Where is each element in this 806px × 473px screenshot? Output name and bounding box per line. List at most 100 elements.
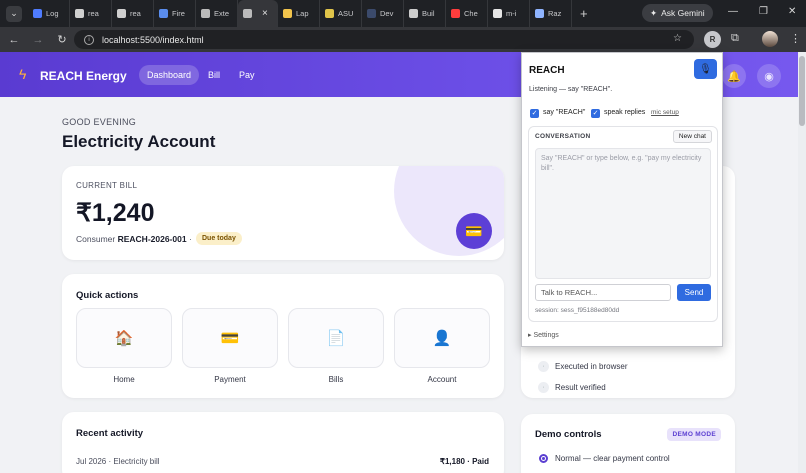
recent-activity-title: Recent activity xyxy=(76,428,144,439)
ask-gemini-button[interactable]: ✦ Ask Gemini xyxy=(642,4,713,22)
browser-tab[interactable]: Fire xyxy=(154,0,196,27)
new-tab-button[interactable]: + xyxy=(580,6,588,21)
quick-action-account[interactable]: 👤 xyxy=(394,308,490,368)
scrollbar-thumb[interactable] xyxy=(799,56,805,126)
step-dot-icon: · xyxy=(538,361,549,372)
bookmark-star-icon[interactable]: ☆ xyxy=(673,33,682,44)
close-window-icon[interactable]: ✕ xyxy=(788,6,796,17)
tab-search-icon[interactable]: ⌄ xyxy=(6,5,22,22)
due-status-badge: Due today xyxy=(196,232,242,245)
activity-row-amount: ₹1,180 · Paid xyxy=(439,457,489,466)
browser-tab[interactable]: rea xyxy=(70,0,112,27)
minimize-icon[interactable]: — xyxy=(728,6,738,17)
profile-avatar[interactable] xyxy=(762,31,778,47)
tab-title: Exte xyxy=(214,9,230,18)
conversation-label: CONVERSATION xyxy=(535,133,591,140)
bill-amount: ₹1,240 xyxy=(76,199,155,227)
conversation-panel: CONVERSATION New chat Say "REACH" or typ… xyxy=(528,126,718,322)
tab-favicon-icon xyxy=(451,9,460,18)
tab-title: Buil xyxy=(422,9,435,18)
greeting: GOOD EVENING xyxy=(62,117,137,127)
mic-button[interactable]: 🎙 xyxy=(694,59,717,79)
browser-tab[interactable]: Che xyxy=(446,0,488,27)
send-button[interactable]: Send xyxy=(677,284,711,301)
speak-replies-checkbox[interactable]: ✓ xyxy=(591,109,600,118)
quick-action-bills[interactable]: 📄 xyxy=(288,308,384,368)
tab-favicon-icon xyxy=(75,9,84,18)
say-reach-checkbox[interactable]: ✓ xyxy=(530,109,539,118)
page-title: Electricity Account xyxy=(62,132,216,151)
tab-favicon-icon xyxy=(283,9,292,18)
page-scrollbar[interactable] xyxy=(798,52,806,473)
tab-favicon-icon xyxy=(33,9,42,18)
browser-tab[interactable]: Raz xyxy=(530,0,572,27)
nav-dashboard[interactable]: Dashboard xyxy=(139,65,200,85)
bell-icon[interactable]: 🔔 xyxy=(722,64,746,88)
tab-favicon-icon xyxy=(535,9,544,18)
brand-name[interactable]: REACH Energy xyxy=(40,69,127,83)
consumer-prefix: Consumer xyxy=(76,234,116,244)
browser-tab[interactable]: × xyxy=(238,0,278,27)
browser-tab[interactable]: Log xyxy=(28,0,70,27)
browser-tab[interactable]: Lap xyxy=(278,0,320,27)
tab-title: Raz xyxy=(548,9,562,18)
say-reach-label[interactable]: say "REACH" xyxy=(543,109,585,116)
browser-menu-icon[interactable]: ⋮ xyxy=(790,32,801,45)
tab-favicon-icon xyxy=(159,9,168,18)
browser-tab[interactable]: rea xyxy=(112,0,154,27)
settings-toggle[interactable]: ▸ Settings xyxy=(528,331,559,339)
forward-arrow-icon[interactable]: → xyxy=(26,34,50,46)
message-input[interactable]: Talk to REACH... xyxy=(535,284,671,301)
quick-action-payment[interactable]: 💳 xyxy=(182,308,278,368)
tab-favicon-icon xyxy=(325,9,334,18)
gemini-sparkle-icon: ✦ xyxy=(650,7,658,18)
home-label: Home xyxy=(113,375,135,384)
site-info-icon[interactable]: i xyxy=(84,34,94,45)
browser-tab[interactable]: m-i xyxy=(488,0,530,27)
tab-close-icon[interactable]: × xyxy=(262,8,268,19)
recent-activity-card: Recent activity Jul 2026 · Electricity b… xyxy=(62,412,504,473)
nav-bill[interactable]: Bill xyxy=(200,65,228,85)
browser-tab[interactable]: Exte xyxy=(196,0,238,27)
browser-tab[interactable]: Buil xyxy=(404,0,446,27)
tab-favicon-icon xyxy=(243,9,252,18)
browser-tab[interactable]: ASU xyxy=(320,0,362,27)
house-icon: 🏠 xyxy=(114,330,134,347)
address-bar[interactable]: i localhost:5500/index.html ☆ xyxy=(74,30,694,49)
step-executed: Executed in browser xyxy=(555,362,628,371)
normal-mode-radio[interactable] xyxy=(539,454,548,463)
conversation-placeholder: Say "REACH" or type below, e.g. "pay my … xyxy=(541,155,702,172)
microphone-icon: 🎙 xyxy=(699,63,712,75)
user-account-icon[interactable]: ◉ xyxy=(757,64,781,88)
pay-card-button[interactable]: 💳 xyxy=(456,213,492,249)
quick-action-home[interactable]: 🏠 xyxy=(76,308,172,368)
reach-extension-popup: REACH 🎙 Listening — say "REACH". ✓ say "… xyxy=(521,52,723,347)
new-chat-button[interactable]: New chat xyxy=(672,130,712,143)
url-text: localhost:5500/index.html xyxy=(102,34,204,45)
step-verified: Result verified xyxy=(555,383,606,392)
payment-label: Payment xyxy=(214,375,246,384)
bolt-logo-icon: ϟ xyxy=(19,66,27,82)
tab-title: Fire xyxy=(172,9,185,18)
nav-pay[interactable]: Pay xyxy=(231,65,263,85)
mic-setup-link[interactable]: mic setup xyxy=(651,109,679,116)
maximize-icon[interactable]: ❐ xyxy=(759,6,768,17)
person-icon: 👤 xyxy=(432,330,452,347)
back-arrow-icon[interactable]: ← xyxy=(2,34,26,46)
browser-toolbar: ← → ↻ i localhost:5500/index.html ☆ xyxy=(0,27,806,52)
reach-extension-icon[interactable]: R xyxy=(704,31,721,48)
tab-favicon-icon xyxy=(409,9,418,18)
extensions-puzzle-icon[interactable]: ⧉ xyxy=(731,32,739,45)
credit-card-icon: 💳 xyxy=(220,330,240,347)
speak-replies-label[interactable]: speak replies xyxy=(604,109,645,116)
browser-tab[interactable]: Dev xyxy=(362,0,404,27)
normal-mode-label[interactable]: Normal — clear payment control xyxy=(555,454,670,463)
consumer-line: Consumer REACH-2026-001 · xyxy=(76,234,192,244)
demo-controls-title: Demo controls xyxy=(535,429,602,440)
conversation-log: Say "REACH" or type below, e.g. "pay my … xyxy=(535,148,711,279)
tab-favicon-icon xyxy=(201,9,210,18)
tab-favicon-icon xyxy=(117,9,126,18)
reload-icon[interactable]: ↻ xyxy=(50,33,74,46)
current-bill-label: CURRENT BILL xyxy=(76,181,138,190)
tab-title: Lap xyxy=(296,9,309,18)
